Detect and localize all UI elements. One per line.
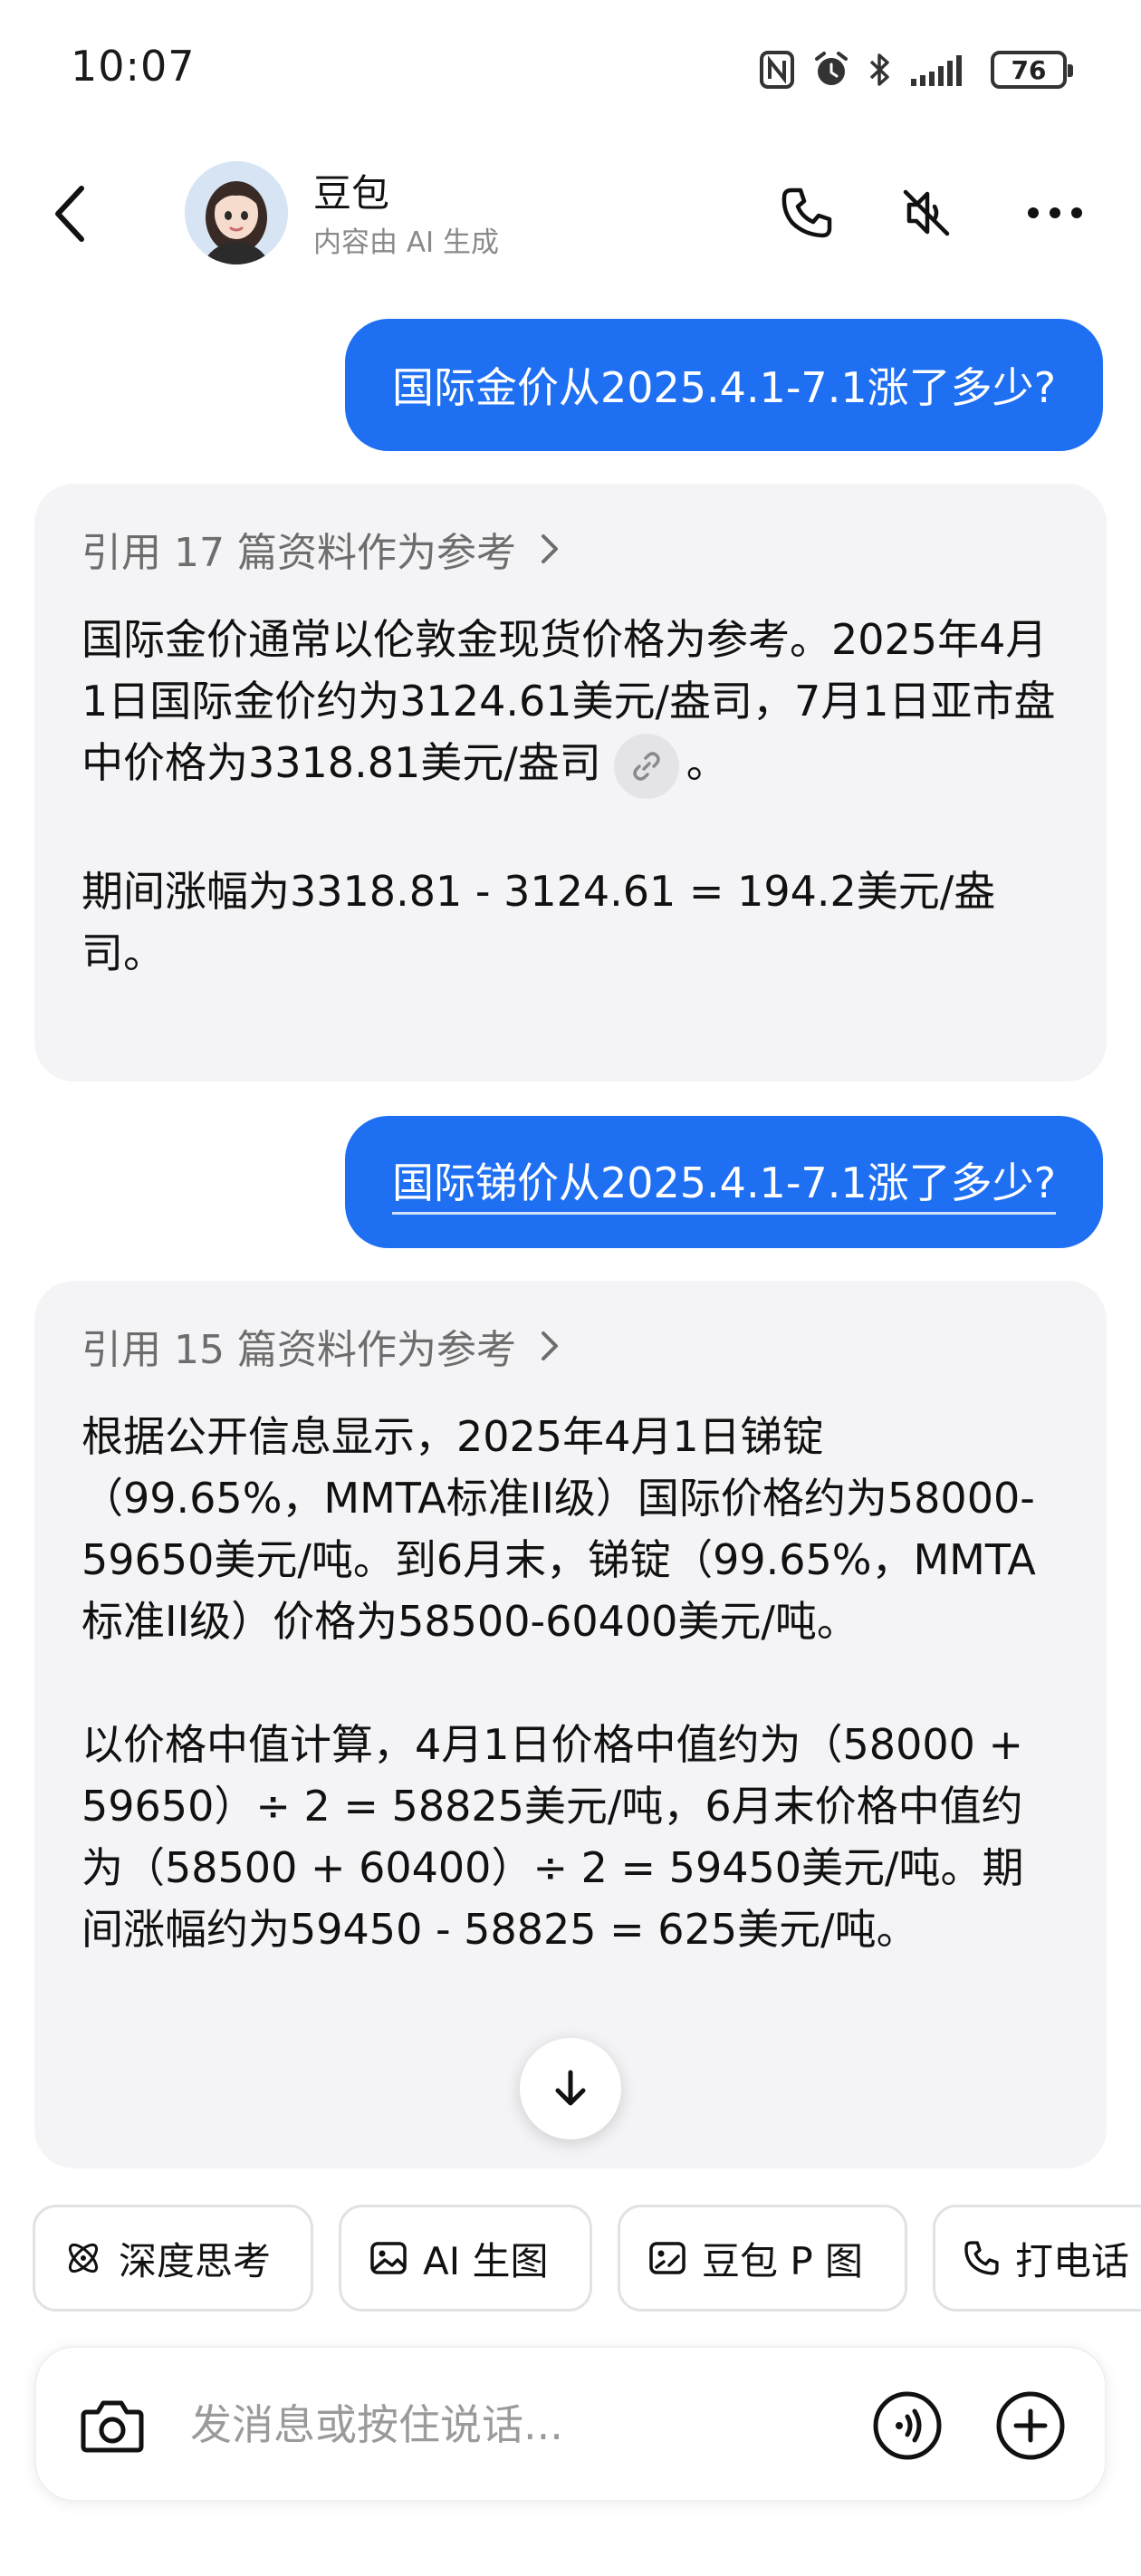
chip-label: 深度思考 bbox=[119, 2238, 272, 2283]
references-link[interactable]: 引用 15 篇资料作为参考 bbox=[82, 1317, 1060, 1375]
status-time: 10:07 bbox=[71, 42, 196, 91]
more-button[interactable] bbox=[1023, 181, 1087, 245]
source-link-button[interactable] bbox=[613, 733, 679, 799]
bot-paragraph: 以价格中值计算，4月1日价格中值约为（58000 + 59650）÷ 2 = 5… bbox=[82, 1720, 1024, 1954]
chip-label: 打电话 bbox=[1015, 2238, 1130, 2283]
bot-paragraph: 根据公开信息显示，2025年4月1日锑锭（99.65%，MMTA标准II级）国际… bbox=[82, 1412, 1036, 1646]
user-message[interactable]: 国际金价从2025.4.1-7.1涨了多少? bbox=[344, 319, 1103, 451]
nfc-icon bbox=[760, 51, 794, 89]
ai-disclaimer: 内容由 AI 生成 bbox=[313, 226, 500, 259]
battery-indicator: 76 bbox=[991, 51, 1073, 89]
bluetooth-icon bbox=[869, 53, 889, 86]
speaker-muted-icon bbox=[903, 189, 950, 236]
signal-icon bbox=[911, 55, 962, 86]
references-label: 引用 17 篇资料作为参考 bbox=[82, 530, 516, 576]
arrow-down-icon bbox=[555, 2070, 586, 2106]
bot-message: 引用 17 篇资料作为参考 国际金价通常以伦敦金现货价格为参考。2025年4月1… bbox=[34, 484, 1107, 1081]
phone-icon bbox=[964, 2241, 999, 2275]
plus-circle-icon bbox=[996, 2391, 1065, 2460]
message-composer bbox=[34, 2346, 1107, 2502]
phone-icon bbox=[781, 187, 832, 238]
references-label: 引用 15 篇资料作为参考 bbox=[82, 1327, 516, 1373]
photo-edit-chip[interactable]: 豆包 P 图 bbox=[618, 2205, 907, 2312]
status-icons: 76 bbox=[759, 47, 1073, 92]
bot-name: 豆包 bbox=[313, 171, 390, 216]
atom-icon bbox=[68, 2243, 99, 2273]
bot-paragraph: 国际金价通常以伦敦金现货价格为参考。2025年4月1日国际金价约为3124.61… bbox=[82, 615, 1056, 787]
chat-header: 豆包 内容由 AI 生成 bbox=[0, 145, 1141, 281]
bot-message-text: 根据公开信息显示，2025年4月1日锑锭（99.65%，MMTA标准II级）国际… bbox=[82, 1406, 1060, 1960]
call-button[interactable] bbox=[775, 181, 839, 245]
mute-button[interactable] bbox=[895, 181, 958, 245]
link-icon bbox=[632, 751, 660, 781]
camera-icon bbox=[81, 2400, 144, 2453]
status-bar: 10:07 76 bbox=[0, 0, 1141, 136]
bot-message-text: 国际金价通常以伦敦金现货价格为参考。2025年4月1日国际金价约为3124.61… bbox=[82, 609, 1060, 984]
message-input[interactable] bbox=[190, 2393, 824, 2456]
voice-button[interactable] bbox=[868, 2386, 947, 2465]
user-message-text: 国际锑价从2025.4.1-7.1涨了多少? bbox=[391, 1150, 1056, 1215]
home-indicator bbox=[0, 2522, 1141, 2576]
scroll-to-bottom-button[interactable] bbox=[520, 2038, 621, 2139]
chip-label: 豆包 P 图 bbox=[702, 2238, 864, 2283]
avatar[interactable] bbox=[185, 161, 288, 264]
deep-think-chip[interactable]: 深度思考 bbox=[33, 2205, 313, 2312]
add-button[interactable] bbox=[991, 2386, 1070, 2465]
back-button[interactable] bbox=[45, 178, 100, 250]
ai-image-chip[interactable]: AI 生图 bbox=[339, 2205, 592, 2312]
references-link[interactable]: 引用 17 篇资料作为参考 bbox=[82, 520, 1060, 578]
chip-label: AI 生图 bbox=[423, 2238, 549, 2283]
quick-actions: 深度思考 AI 生图 豆包 P 图 打电话 bbox=[33, 2205, 1141, 2312]
call-chip[interactable]: 打电话 bbox=[933, 2205, 1141, 2312]
photo-edit-icon bbox=[649, 2242, 686, 2274]
alarm-icon bbox=[815, 52, 848, 85]
voice-wave-icon bbox=[873, 2391, 942, 2460]
chevron-right-icon bbox=[541, 534, 558, 563]
user-message-text: 国际金价从2025.4.1-7.1涨了多少? bbox=[391, 363, 1056, 412]
more-icon bbox=[1028, 207, 1082, 218]
chevron-right-icon bbox=[541, 1331, 558, 1360]
bot-message: 引用 15 篇资料作为参考 根据公开信息显示，2025年4月1日锑锭（99.65… bbox=[34, 1281, 1107, 2168]
user-message[interactable]: 国际锑价从2025.4.1-7.1涨了多少? bbox=[344, 1116, 1103, 1248]
bot-paragraph-end: 。 bbox=[686, 738, 728, 787]
bot-paragraph: 期间涨幅为3318.81 - 3124.61 = 194.2美元/盎司。 bbox=[82, 866, 996, 977]
image-icon bbox=[370, 2242, 407, 2274]
chevron-left-icon bbox=[55, 186, 84, 242]
camera-button[interactable] bbox=[72, 2386, 152, 2465]
